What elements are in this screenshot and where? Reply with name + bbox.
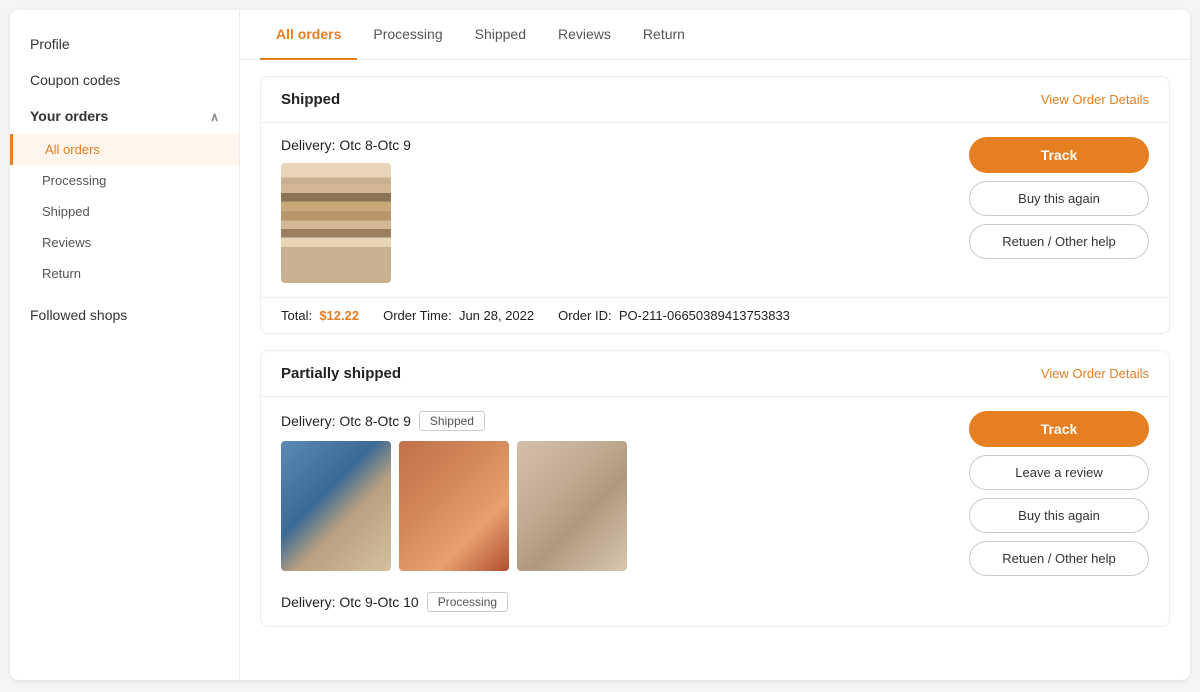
sidebar-orders-label: Your orders	[30, 108, 108, 124]
order-1-id-value: PO-211-06650389413753833	[619, 308, 790, 323]
order-1-id: Order ID: PO-211-06650389413753833	[558, 308, 790, 323]
order-1-actions: Track Buy this again Retuen / Other help	[969, 137, 1149, 259]
sidebar-sub-shipped[interactable]: Shipped	[10, 196, 239, 227]
order-card-2: Partially shipped View Order Details Del…	[260, 350, 1170, 627]
tabs-bar: All orders Processing Shipped Reviews Re…	[240, 10, 1190, 60]
sidebar-sub-reviews[interactable]: Reviews	[10, 227, 239, 258]
main-content: All orders Processing Shipped Reviews Re…	[240, 10, 1190, 680]
order-2-processing-badge: Processing	[427, 592, 508, 612]
order-1-images	[281, 163, 953, 283]
order-2-delivery-row: Delivery: Otc 8-Otc 9 Shipped Track	[281, 411, 1149, 576]
tab-reviews[interactable]: Reviews	[542, 10, 627, 60]
order-1-body: Delivery: Otc 8-Otc 9 Track Buy this aga…	[261, 123, 1169, 297]
order-1-product-image	[281, 163, 391, 283]
order-2-second-delivery: Delivery: Otc 9-Otc 10 Processing	[281, 592, 1149, 612]
order-1-total-value: $12.22	[319, 308, 359, 323]
order-1-track-button[interactable]: Track	[969, 137, 1149, 173]
tab-processing[interactable]: Processing	[357, 10, 458, 60]
order-1-footer: Total: $12.22 Order Time: Jun 28, 2022 O…	[261, 297, 1169, 333]
order-card-1: Shipped View Order Details Delivery: Otc…	[260, 76, 1170, 334]
sidebar-sub-return[interactable]: Return	[10, 258, 239, 289]
order-2-track-button[interactable]: Track	[969, 411, 1149, 447]
order-2-shipped-badge: Shipped	[419, 411, 485, 431]
order-card-2-header: Partially shipped View Order Details	[261, 351, 1169, 397]
tab-all-orders[interactable]: All orders	[260, 10, 357, 60]
order-1-time: Order Time: Jun 28, 2022	[383, 308, 534, 323]
order-2-product-image-2	[399, 441, 509, 571]
order-1-view-details[interactable]: View Order Details	[1041, 92, 1149, 107]
order-2-delivery-label: Delivery: Otc 8-Otc 9 Shipped	[281, 411, 953, 431]
order-2-product-image-1	[281, 441, 391, 571]
order-1-left: Delivery: Otc 8-Otc 9	[281, 137, 953, 283]
order-2-view-details[interactable]: View Order Details	[1041, 366, 1149, 381]
order-2-leave-review-button[interactable]: Leave a review	[969, 455, 1149, 490]
order-2-product-image-3	[517, 441, 627, 571]
order-1-total: Total: $12.22	[281, 308, 359, 323]
sidebar-item-profile[interactable]: Profile	[10, 26, 239, 62]
sidebar-sub-processing[interactable]: Processing	[10, 165, 239, 196]
order-1-delivery-row: Delivery: Otc 8-Otc 9 Track Buy this aga…	[281, 137, 1149, 283]
sidebar: Profile Coupon codes Your orders All ord…	[10, 10, 240, 680]
order-1-status: Shipped	[281, 91, 340, 108]
order-2-status: Partially shipped	[281, 365, 401, 382]
orders-container: Shipped View Order Details Delivery: Otc…	[240, 60, 1190, 643]
sidebar-sub-all-orders[interactable]: All orders	[10, 134, 239, 165]
tab-shipped[interactable]: Shipped	[459, 10, 542, 60]
order-2-actions: Track Leave a review Buy this again Retu…	[969, 411, 1149, 576]
order-2-second-delivery-label: Delivery: Otc 9-Otc 10	[281, 594, 419, 610]
order-1-buy-again-button[interactable]: Buy this again	[969, 181, 1149, 216]
order-2-buy-again-button[interactable]: Buy this again	[969, 498, 1149, 533]
order-2-images	[281, 441, 953, 571]
order-2-body: Delivery: Otc 8-Otc 9 Shipped Track	[261, 397, 1169, 626]
page-wrapper: Profile Coupon codes Your orders All ord…	[10, 10, 1190, 680]
tab-return[interactable]: Return	[627, 10, 701, 60]
sidebar-section-orders[interactable]: Your orders	[10, 98, 239, 134]
chevron-up-icon	[210, 108, 219, 124]
order-1-time-value: Jun 28, 2022	[459, 308, 534, 323]
order-1-return-button[interactable]: Retuen / Other help	[969, 224, 1149, 259]
sidebar-item-followed-shops[interactable]: Followed shops	[10, 297, 239, 333]
sidebar-item-coupon[interactable]: Coupon codes	[10, 62, 239, 98]
order-card-1-header: Shipped View Order Details	[261, 77, 1169, 123]
order-2-return-button[interactable]: Retuen / Other help	[969, 541, 1149, 576]
order-1-delivery-label: Delivery: Otc 8-Otc 9	[281, 137, 953, 153]
order-2-left: Delivery: Otc 8-Otc 9 Shipped	[281, 411, 953, 571]
